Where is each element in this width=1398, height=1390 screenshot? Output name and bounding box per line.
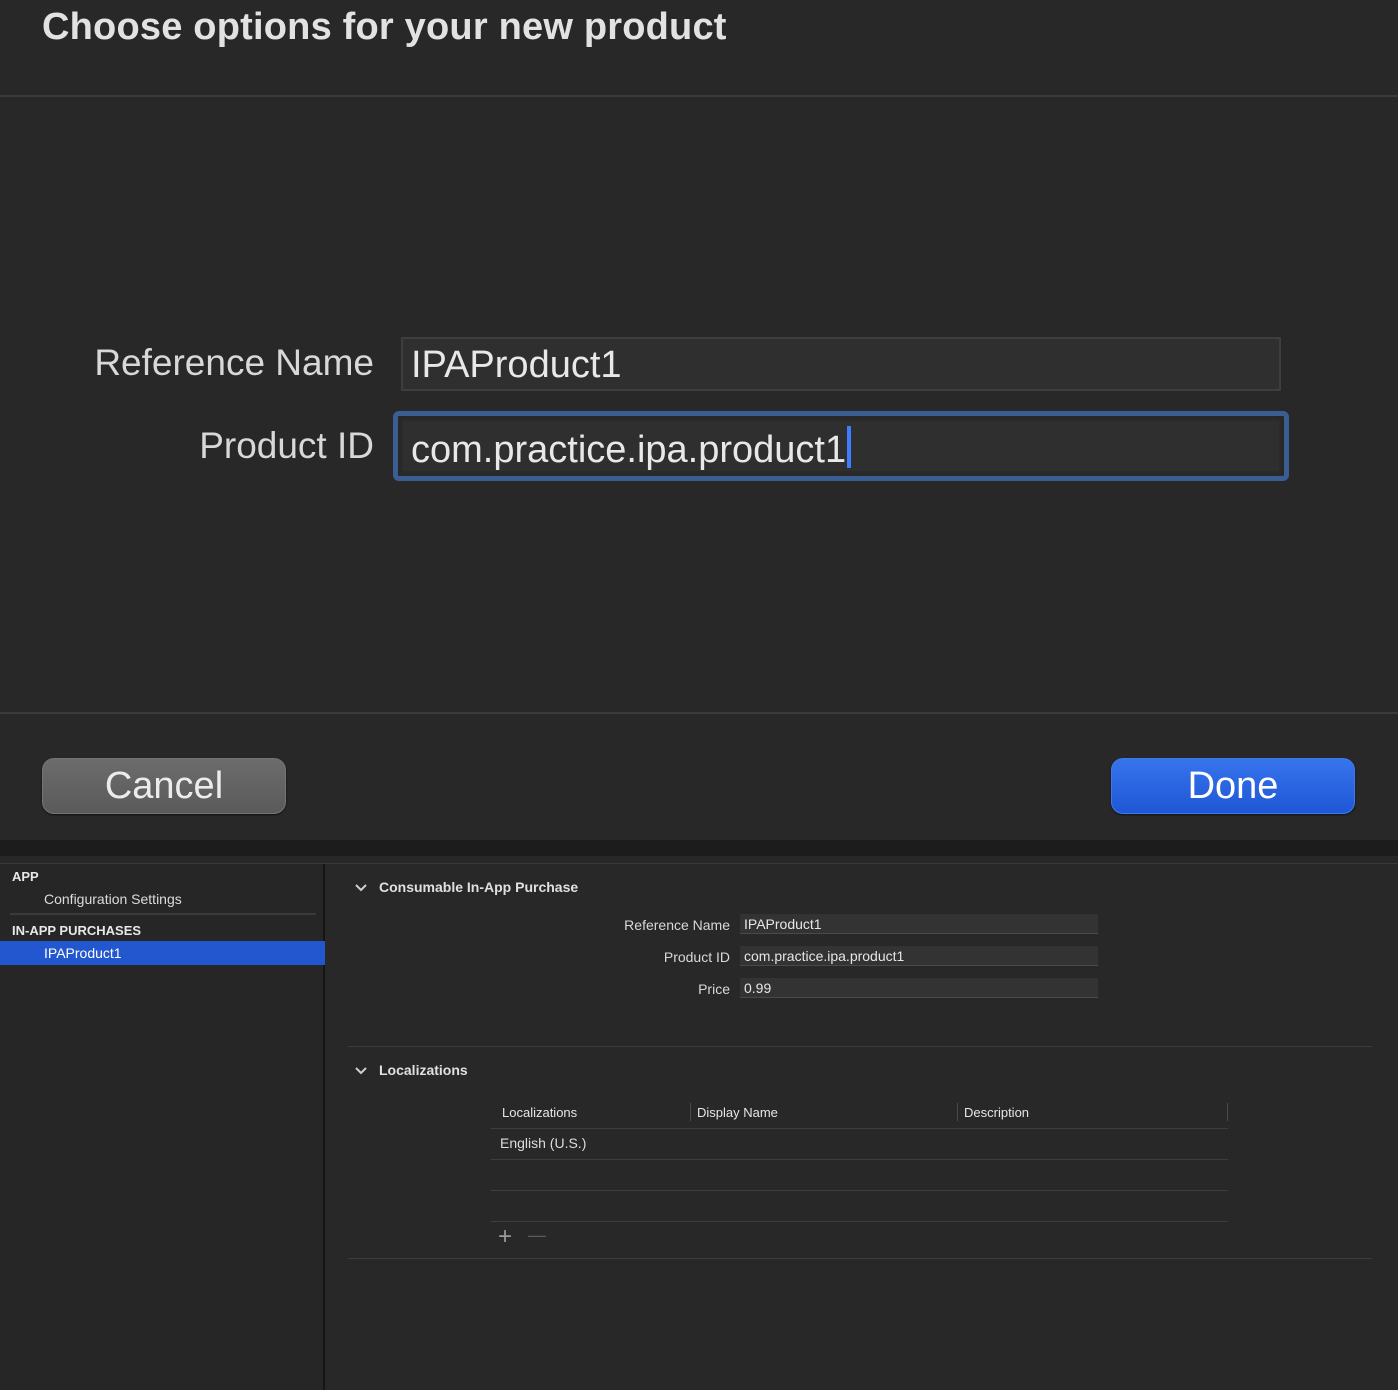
product-id-label: Product ID xyxy=(199,425,374,466)
sidebar-header-in-app-purchases: IN-APP PURCHASES xyxy=(12,923,142,938)
cancel-button[interactable]: Cancel xyxy=(42,758,286,814)
product-id-input[interactable]: com.practice.ipa.product1 xyxy=(740,946,1098,966)
storekit-editor: APP Configuration Settings IN-APP PURCHA… xyxy=(0,856,1398,1390)
column-header-display-name[interactable]: Display Name xyxy=(697,1105,778,1120)
table-row-divider xyxy=(491,1190,1228,1191)
reference-name-input-value: IPAProduct1 xyxy=(744,916,822,932)
plus-icon[interactable]: + xyxy=(498,1225,512,1249)
table-cell-localization[interactable]: English (U.S.) xyxy=(500,1135,586,1151)
header-divider xyxy=(0,95,1398,97)
footer-divider xyxy=(0,712,1398,714)
product-id-input-value: com.practice.ipa.product1 xyxy=(744,948,905,964)
chevron-down-icon xyxy=(355,881,371,895)
column-header-description[interactable]: Description xyxy=(964,1105,1029,1120)
prop-label-price: Price xyxy=(698,981,730,997)
text-caret xyxy=(847,426,852,468)
section-localizations-header[interactable]: Localizations xyxy=(355,1062,468,1078)
section-divider xyxy=(348,1046,1372,1047)
table-header-divider xyxy=(491,1128,1228,1129)
reference-name-input[interactable]: IPAProduct1 xyxy=(740,914,1098,934)
column-separator xyxy=(957,1103,958,1121)
price-input-value: 0.99 xyxy=(744,980,772,996)
sidebar: APP Configuration Settings IN-APP PURCHA… xyxy=(0,864,325,1390)
column-separator xyxy=(1227,1103,1228,1121)
sidebar-item-ipaproduct1[interactable]: IPAProduct1 xyxy=(0,941,325,965)
dialog-title: Choose options for your new product xyxy=(42,6,727,48)
prop-label-product-id: Product ID xyxy=(663,949,730,965)
editor-main: Consumable In-App Purchase Reference Nam… xyxy=(327,864,1398,1390)
minus-icon[interactable]: — xyxy=(528,1226,546,1244)
sidebar-item-label: Configuration Settings xyxy=(44,891,182,907)
section-consumable-title: Consumable In-App Purchase xyxy=(379,879,579,895)
sidebar-header-app: APP xyxy=(12,869,39,884)
reference-name-value: IPAProduct1 xyxy=(411,344,622,386)
product-id-field[interactable]: com.practice.ipa.product1 xyxy=(401,419,1281,473)
chevron-down-icon xyxy=(355,1064,371,1078)
section-bottom-divider xyxy=(348,1258,1372,1259)
product-id-value: com.practice.ipa.product1 xyxy=(411,429,847,471)
sidebar-item-configuration-settings[interactable]: Configuration Settings xyxy=(0,887,325,911)
sidebar-item-label: IPAProduct1 xyxy=(44,945,122,961)
sidebar-divider xyxy=(10,913,316,915)
price-input[interactable]: 0.99 xyxy=(740,978,1098,998)
separator-bar xyxy=(0,840,1398,856)
column-header-localizations[interactable]: Localizations xyxy=(502,1105,577,1120)
reference-name-field[interactable]: IPAProduct1 xyxy=(401,337,1281,391)
column-separator xyxy=(690,1103,691,1121)
reference-name-label: Reference Name xyxy=(94,342,374,383)
new-product-dialog: Choose options for your new product Refe… xyxy=(0,0,1398,840)
section-localizations-title: Localizations xyxy=(379,1062,468,1078)
done-button[interactable]: Done xyxy=(1111,758,1355,814)
section-consumable-header[interactable]: Consumable In-App Purchase xyxy=(355,879,578,895)
prop-label-reference-name: Reference Name xyxy=(624,917,730,933)
table-row-divider xyxy=(491,1159,1228,1160)
table-row-divider xyxy=(491,1221,1228,1222)
